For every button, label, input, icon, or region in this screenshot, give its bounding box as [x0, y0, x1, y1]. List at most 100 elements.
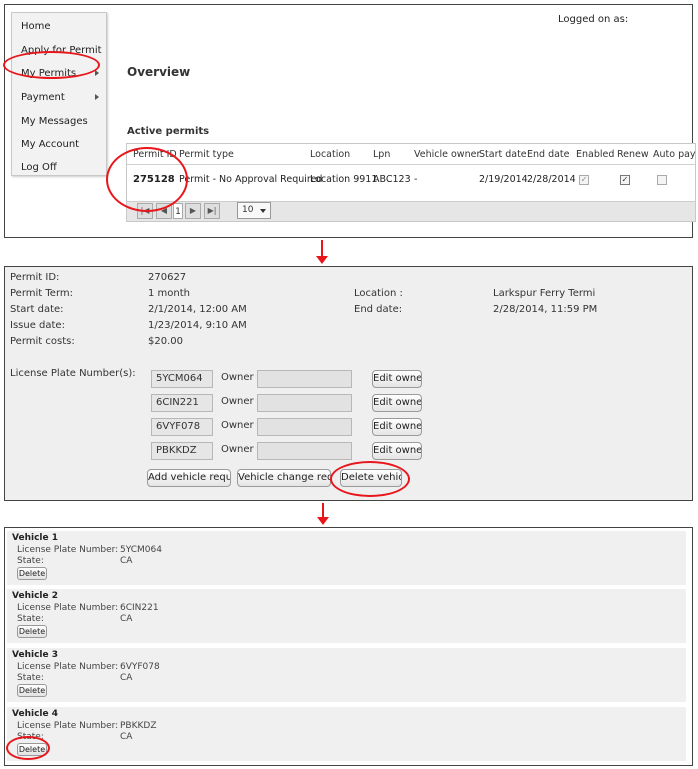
column-header[interactable]: Start date: [479, 149, 527, 160]
header-divider: [127, 164, 695, 165]
highlight-ring: [330, 461, 410, 497]
column-header[interactable]: Permit type: [179, 149, 234, 160]
state-value: CA: [120, 673, 133, 683]
plate-number-field[interactable]: 6CIN221: [151, 394, 213, 412]
plate-number-field[interactable]: PBKKDZ: [151, 442, 213, 460]
owner-field[interactable]: [257, 418, 352, 436]
page-size-select[interactable]: 10: [237, 202, 271, 219]
owner-label: Owner: [221, 444, 254, 455]
permit-id-label: Permit ID:: [10, 272, 60, 283]
issue-date-label: Issue date:: [10, 320, 65, 331]
column-header[interactable]: Lpn: [373, 149, 390, 160]
column-header[interactable]: Enabled: [576, 149, 614, 160]
state-value: CA: [120, 614, 133, 624]
menu-item-my-messages[interactable]: My Messages: [21, 116, 105, 127]
arrow-down-icon: [317, 517, 329, 525]
vehicle-owner-cell: -: [414, 174, 418, 185]
permit-costs-label: Permit costs:: [10, 336, 75, 347]
plate-label: License Plate Number:: [17, 545, 119, 555]
add-vehicle-request-button[interactable]: Add vehicle request: [147, 469, 231, 487]
location-label: Location :: [354, 288, 403, 299]
delete-button[interactable]: Delete: [17, 625, 47, 638]
highlight-ring: [6, 736, 50, 760]
permit-costs-value: $20.00: [148, 336, 183, 347]
menu-item-my-account[interactable]: My Account: [21, 139, 105, 150]
state-label: State:: [17, 556, 44, 566]
vehicle-title: Vehicle 2: [12, 591, 58, 601]
plate-label: License Plate Number:: [17, 721, 119, 731]
vehicle-block: Vehicle 3 License Plate Number: 6VYF078 …: [7, 648, 686, 702]
vehicle-block: Vehicle 4 License Plate Number: PBKKDZ S…: [7, 707, 686, 761]
menu-item-log-off[interactable]: Log Off: [21, 162, 105, 173]
edit-owner-button[interactable]: Edit owner: [372, 418, 422, 436]
page-size-value: 10: [242, 205, 254, 215]
permit-id-value: 270627: [148, 272, 187, 283]
pager: |◀ ◀ 1 ▶ ▶| 10: [127, 201, 695, 221]
menu-item-label: Payment: [21, 92, 65, 103]
last-page-icon[interactable]: ▶|: [204, 203, 220, 219]
column-header[interactable]: Renew: [617, 149, 649, 160]
state-value: CA: [120, 732, 133, 742]
owner-label: Owner: [221, 372, 254, 383]
vehicle-change-request-button[interactable]: Vehicle change reques: [237, 469, 331, 487]
next-page-icon[interactable]: ▶: [185, 203, 201, 219]
vehicle-block: Vehicle 1 License Plate Number: 5YCM064 …: [7, 531, 686, 585]
plate-label: License Plate Number:: [17, 662, 119, 672]
owner-label: Owner: [221, 396, 254, 407]
menu-item-payment[interactable]: Payment: [21, 92, 105, 103]
column-header[interactable]: Auto pay: [653, 149, 696, 160]
highlight-ring: [3, 51, 100, 79]
end-date-cell: 2/28/2014: [527, 174, 576, 185]
owner-field[interactable]: [257, 394, 352, 412]
column-header[interactable]: End date: [527, 149, 570, 160]
vehicle-title: Vehicle 4: [12, 709, 58, 719]
delete-button[interactable]: Delete: [17, 684, 47, 697]
active-permits-title: Active permits: [127, 126, 210, 137]
auto-pay-checkbox[interactable]: [657, 175, 667, 185]
start-date-label: Start date:: [10, 304, 64, 315]
column-header[interactable]: Location: [310, 149, 350, 160]
submenu-arrow-icon: [95, 70, 99, 76]
page-title: Overview: [127, 65, 191, 79]
edit-owner-button[interactable]: Edit owner: [372, 370, 422, 388]
chevron-down-icon: [260, 209, 266, 213]
edit-owner-button[interactable]: Edit owner: [372, 394, 422, 412]
current-page[interactable]: 1: [173, 203, 183, 219]
renew-checkbox[interactable]: ✓: [620, 175, 630, 185]
end-date-label: End date:: [354, 304, 403, 315]
delete-button[interactable]: Delete: [17, 567, 47, 580]
plate-value: 6CIN221: [120, 603, 159, 613]
start-date-value: 2/1/2014, 12:00 AM: [148, 304, 247, 315]
plate-number-field[interactable]: 5YCM064: [151, 370, 213, 388]
plate-value: 5YCM064: [120, 545, 162, 555]
edit-owner-button[interactable]: Edit owner: [372, 442, 422, 460]
plate-number-field[interactable]: 6VYF078: [151, 418, 213, 436]
state-value: CA: [120, 556, 133, 566]
vehicle-title: Vehicle 1: [12, 533, 58, 543]
permit-term-value: 1 month: [148, 288, 190, 299]
state-label: State:: [17, 614, 44, 624]
arrow-down-icon: [316, 256, 328, 264]
logged-on-label: Logged on as:: [558, 14, 629, 25]
plate-value: PBKKDZ: [120, 721, 157, 731]
highlight-ring: [106, 147, 188, 212]
lpn-cell: ABC123: [373, 174, 411, 185]
state-label: State:: [17, 673, 44, 683]
permit-term-label: Permit Term:: [10, 288, 73, 299]
active-permits-table: Permit ID Permit type Location Lpn Vehic…: [126, 143, 696, 222]
start-date-cell: 2/19/2014: [479, 174, 528, 185]
menu-item-home[interactable]: Home: [21, 21, 105, 32]
enabled-checkbox[interactable]: ✓: [579, 175, 589, 185]
owner-field[interactable]: [257, 370, 352, 388]
owner-field[interactable]: [257, 442, 352, 460]
end-date-value: 2/28/2014, 11:59 PM: [493, 304, 598, 315]
owner-label: Owner: [221, 420, 254, 431]
main-menu: Home Apply for Permit My Permits Payment…: [11, 12, 107, 176]
license-plates-label: License Plate Number(s):: [10, 368, 136, 379]
flow-arrow: [321, 240, 323, 256]
vehicle-title: Vehicle 3: [12, 650, 58, 660]
submenu-arrow-icon: [95, 94, 99, 100]
column-header[interactable]: Vehicle owner: [414, 149, 480, 160]
vehicle-block: Vehicle 2 License Plate Number: 6CIN221 …: [7, 589, 686, 643]
flow-arrow: [322, 503, 324, 517]
